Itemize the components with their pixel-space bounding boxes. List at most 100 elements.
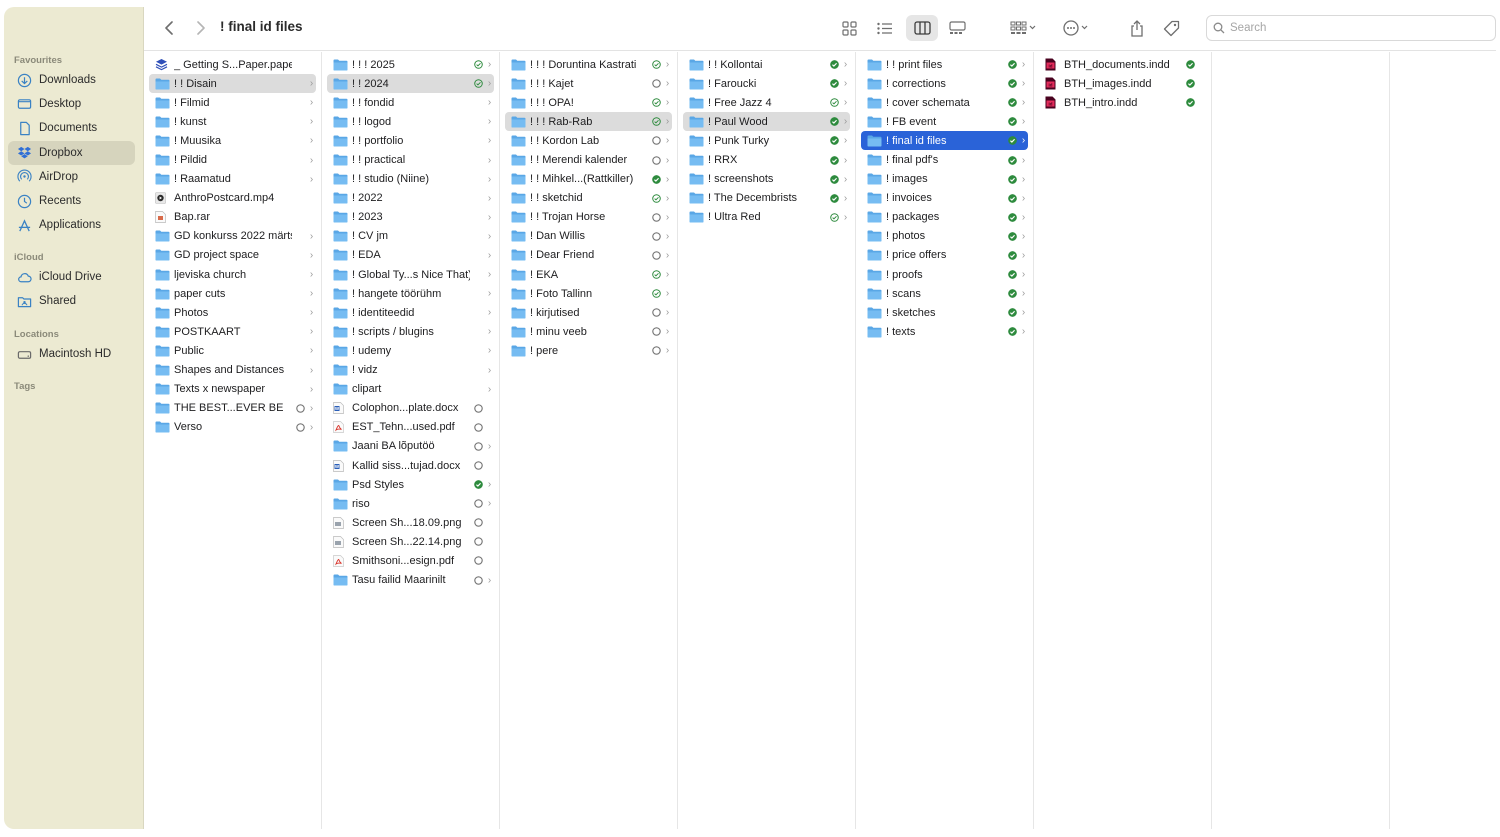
folder-row[interactable]: ! ! studio (Niine) › [327,170,494,189]
group-by-button[interactable] [1004,15,1042,41]
folder-row[interactable]: ! ! ! Rab-Rab › [505,112,672,132]
folder-row[interactable]: ! ! logod › [327,112,494,131]
folder-row[interactable]: ! proofs › [861,265,1028,284]
folder-row[interactable]: ! price offers › [861,246,1028,265]
folder-row[interactable]: ! ! practical › [327,150,494,169]
folder-row[interactable]: ! ! Kordon Lab › [505,131,672,150]
folder-row[interactable]: ! vidz › [327,361,494,380]
folder-row[interactable]: Verso › [149,418,316,437]
folder-row[interactable]: ! Muusika › [149,131,316,150]
sidebar-item-downloads[interactable]: Downloads [8,68,135,92]
folder-row[interactable]: ! ! ! OPA! › [505,93,672,112]
folder-row[interactable]: ! Pildid › [149,150,316,169]
folder-row[interactable]: ! minu veeb › [505,322,672,341]
folder-row[interactable]: Photos › [149,303,316,322]
folder-row[interactable]: ! kunst › [149,112,316,131]
folder-row[interactable]: paper cuts › [149,284,316,303]
sidebar-item-recents[interactable]: Recents [8,189,135,213]
folder-row[interactable]: ! The Decembrists › [683,189,850,208]
search-input[interactable] [1230,22,1480,34]
folder-row[interactable]: ! Foto Tallinn › [505,284,672,303]
folder-row[interactable]: Tasu failid Maarinilt › [327,571,494,590]
folder-row[interactable]: ! 2023 › [327,208,494,227]
file-row[interactable]: Id BTH_documents.indd [1039,55,1206,74]
file-row[interactable]: W Kallid siss...tujad.docx [327,456,494,475]
file-row[interactable]: Bap.rar [149,208,316,227]
folder-row[interactable]: ! ! portfolio › [327,131,494,150]
folder-row[interactable]: ! final pdf's › [861,150,1028,169]
folder-row[interactable]: ! screenshots › [683,170,850,189]
sidebar-item-shared[interactable]: Shared [8,289,135,313]
gallery-view-button[interactable] [942,15,972,41]
share-button[interactable] [1124,15,1150,41]
folder-row[interactable]: ! kirjutised › [505,303,672,322]
folder-row[interactable]: ! Punk Turky › [683,131,850,150]
folder-row[interactable]: ! ! sketchid › [505,189,672,208]
sidebar-item-documents[interactable]: Documents [8,116,135,140]
folder-row[interactable]: Shapes and Distances › [149,361,316,380]
folder-row[interactable]: ! sketches › [861,303,1028,322]
folder-row[interactable]: ! CV jm › [327,227,494,246]
folder-row[interactable]: ! ! Trojan Horse › [505,208,672,227]
folder-row[interactable]: ! invoices › [861,189,1028,208]
folder-row[interactable]: Public › [149,341,316,360]
sidebar-item-icloud-drive[interactable]: iCloud Drive [8,265,135,289]
folder-row[interactable]: ! Dear Friend › [505,246,672,265]
icon-view-button[interactable] [834,15,864,41]
folder-row[interactable]: GD project space › [149,246,316,265]
folder-row[interactable]: ! ! fondid › [327,93,494,112]
file-row[interactable]: AnthroPostcard.mp4 [149,189,316,208]
folder-row[interactable]: ! hangete töörühm › [327,284,494,303]
file-row[interactable]: Screen Sh...22.14.png [327,532,494,551]
sidebar-item-applications[interactable]: Applications [8,213,135,237]
folder-row[interactable]: ! Raamatud › [149,170,316,189]
folder-row[interactable]: ! 2022 › [327,189,494,208]
back-button[interactable] [158,15,182,41]
folder-row[interactable]: ! Faroucki › [683,74,850,93]
folder-row[interactable]: ! identiteedid › [327,303,494,322]
folder-row[interactable]: clipart › [327,380,494,399]
file-row[interactable]: Id BTH_images.indd [1039,74,1206,93]
folder-row[interactable]: ! EDA › [327,246,494,265]
file-row[interactable]: Id BTH_intro.indd [1039,93,1206,112]
folder-row[interactable]: ! Global Ty...s Nice That) › [327,265,494,284]
folder-row[interactable]: ! ! print files › [861,55,1028,74]
folder-row[interactable]: ! ! ! Doruntina Kastrati › [505,55,672,74]
folder-row[interactable]: ljeviska church › [149,265,316,284]
folder-row[interactable]: ! EKA › [505,265,672,284]
folder-row[interactable]: ! scripts / blugins › [327,322,494,341]
folder-row[interactable]: ! Filmid › [149,93,316,112]
folder-row[interactable]: THE BEST...EVER BE › [149,399,316,418]
folder-row[interactable]: ! Paul Wood › [683,112,850,132]
folder-row[interactable]: ! packages › [861,208,1028,227]
folder-row[interactable]: ! photos › [861,227,1028,246]
folder-row[interactable]: Texts x newspaper › [149,380,316,399]
folder-row[interactable]: GD konkurss 2022 märts › [149,227,316,246]
tags-button[interactable] [1158,15,1184,41]
file-row[interactable]: W Colophon...plate.docx [327,399,494,418]
folder-row[interactable]: Psd Styles › [327,475,494,494]
file-row[interactable]: _ Getting S...Paper.paper [149,55,316,74]
folder-row[interactable]: riso › [327,494,494,513]
folder-row[interactable]: ! texts › [861,322,1028,341]
folder-row[interactable]: ! udemy › [327,341,494,360]
folder-row[interactable]: ! ! ! 2025 › [327,55,494,74]
folder-row[interactable]: ! ! ! Kajet › [505,74,672,93]
folder-row[interactable]: ! final id files › [861,131,1028,151]
folder-row[interactable]: ! scans › [861,284,1028,303]
folder-row[interactable]: ! ! Mihkel...(Rattkiller) › [505,170,672,189]
action-menu-button[interactable] [1058,15,1094,41]
folder-row[interactable]: ! ! Disain › [149,74,316,94]
search-field[interactable] [1206,15,1496,41]
folder-row[interactable]: ! Free Jazz 4 › [683,93,850,112]
sidebar-item-airdrop[interactable]: AirDrop [8,165,135,189]
file-row[interactable]: Smithsoni...esign.pdf [327,551,494,570]
file-row[interactable]: Screen Sh...18.09.png [327,513,494,532]
file-row[interactable]: EST_Tehn...used.pdf [327,418,494,437]
folder-row[interactable]: ! RRX › [683,150,850,169]
sidebar-item-desktop[interactable]: Desktop [8,92,135,116]
list-view-button[interactable] [870,15,900,41]
column-view-button[interactable] [906,15,938,41]
folder-row[interactable]: ! Ultra Red › [683,208,850,227]
folder-row[interactable]: ! FB event › [861,112,1028,131]
